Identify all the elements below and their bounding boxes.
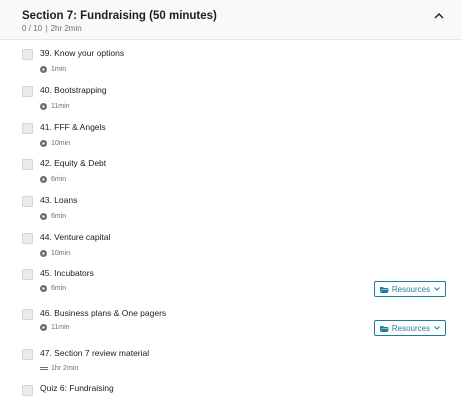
lecture-title: 45. Incubators [40,268,94,278]
resources-label: Resources [391,323,431,333]
lecture-title: 44. Venture capital [40,232,111,242]
lecture-meta: 6min [40,176,66,183]
lecture-meta: 1hr 2min [40,365,78,372]
play-circle-icon [40,250,47,257]
checkbox[interactable] [22,49,33,60]
checkbox[interactable] [22,269,33,280]
chevron-up-icon[interactable] [433,11,445,21]
document-lines-icon [40,367,48,370]
lecture-duration: 1hr 2min [51,365,79,372]
play-circle-icon [40,213,47,220]
list-item[interactable]: 44. Venture capital 10min [0,230,462,266]
lecture-meta: 6min [40,213,66,220]
lecture-title: 39. Know your options [40,48,125,58]
checkbox[interactable] [22,385,33,396]
list-item[interactable]: 41. FFF & Angels 10min [0,120,462,156]
play-circle-icon [40,103,47,110]
checkbox[interactable] [22,159,33,170]
resources-button[interactable]: Resources [374,320,446,336]
lecture-duration: 11min [51,103,70,110]
list-item[interactable]: 40. Bootstrapping 11min [0,83,462,119]
play-circle-icon [40,324,47,331]
lecture-title: 42. Equity & Debt [40,158,107,168]
chevron-down-icon [434,326,440,330]
list-item[interactable]: 42. Equity & Debt 6min [0,156,462,192]
checkbox[interactable] [22,123,33,134]
checkbox[interactable] [22,233,33,244]
checkbox[interactable] [22,196,33,207]
section-progress: 0 / 10 [22,24,43,33]
list-item[interactable]: 45. Incubators 6min Resources [0,266,462,302]
lecture-duration: 10min [51,140,71,147]
lecture-title: 41. FFF & Angels [40,122,106,132]
lecture-title: 46. Business plans & One pagers [40,308,167,318]
play-circle-icon [40,176,47,183]
lecture-duration: 6min [51,285,67,292]
section-header[interactable]: Section 7: Fundraising (50 minutes) 0 / … [0,0,462,40]
play-circle-icon [40,66,47,73]
lecture-duration: 11min [51,324,70,331]
checkbox[interactable] [22,349,33,360]
list-item[interactable]: Quiz 6: Fundraising [0,382,462,400]
lecture-duration: 1min [51,66,67,73]
chevron-down-icon [434,287,440,291]
section-title: Section 7: Fundraising (50 minutes) [22,10,217,22]
lecture-meta: 1min [40,66,66,73]
lecture-meta: 11min [40,324,70,331]
lecture-meta: 6min [40,285,66,292]
lecture-title: 47. Section 7 review material [40,348,150,358]
resources-button[interactable]: Resources [374,281,446,297]
play-circle-icon [40,140,47,147]
lecture-title: 43. Loans [40,195,78,205]
list-item[interactable]: 39. Know your options 1min [0,46,462,82]
play-circle-icon [40,285,47,292]
section-meta: 0 / 10 | 2hr 2min [22,24,82,33]
lecture-meta: 11min [40,103,70,110]
lecture-duration: 6min [51,176,67,183]
list-item[interactable]: 46. Business plans & One pagers 11min Re… [0,306,462,342]
lecture-duration: 10min [51,250,71,257]
lecture-meta: 10min [40,140,70,147]
section-duration: 2hr 2min [50,24,82,33]
list-item[interactable]: 43. Loans 6min [0,193,462,229]
checkbox[interactable] [22,309,33,320]
quiz-title: Quiz 6: Fundraising [40,383,114,393]
checkbox[interactable] [22,86,33,97]
list-item[interactable]: 47. Section 7 review material 1hr 2min [0,346,462,382]
lecture-meta: 10min [40,250,70,257]
folder-open-icon [379,286,389,293]
folder-open-icon [379,325,389,332]
lecture-duration: 6min [51,213,67,220]
lecture-title: 40. Bootstrapping [40,85,107,95]
resources-label: Resources [391,284,431,294]
